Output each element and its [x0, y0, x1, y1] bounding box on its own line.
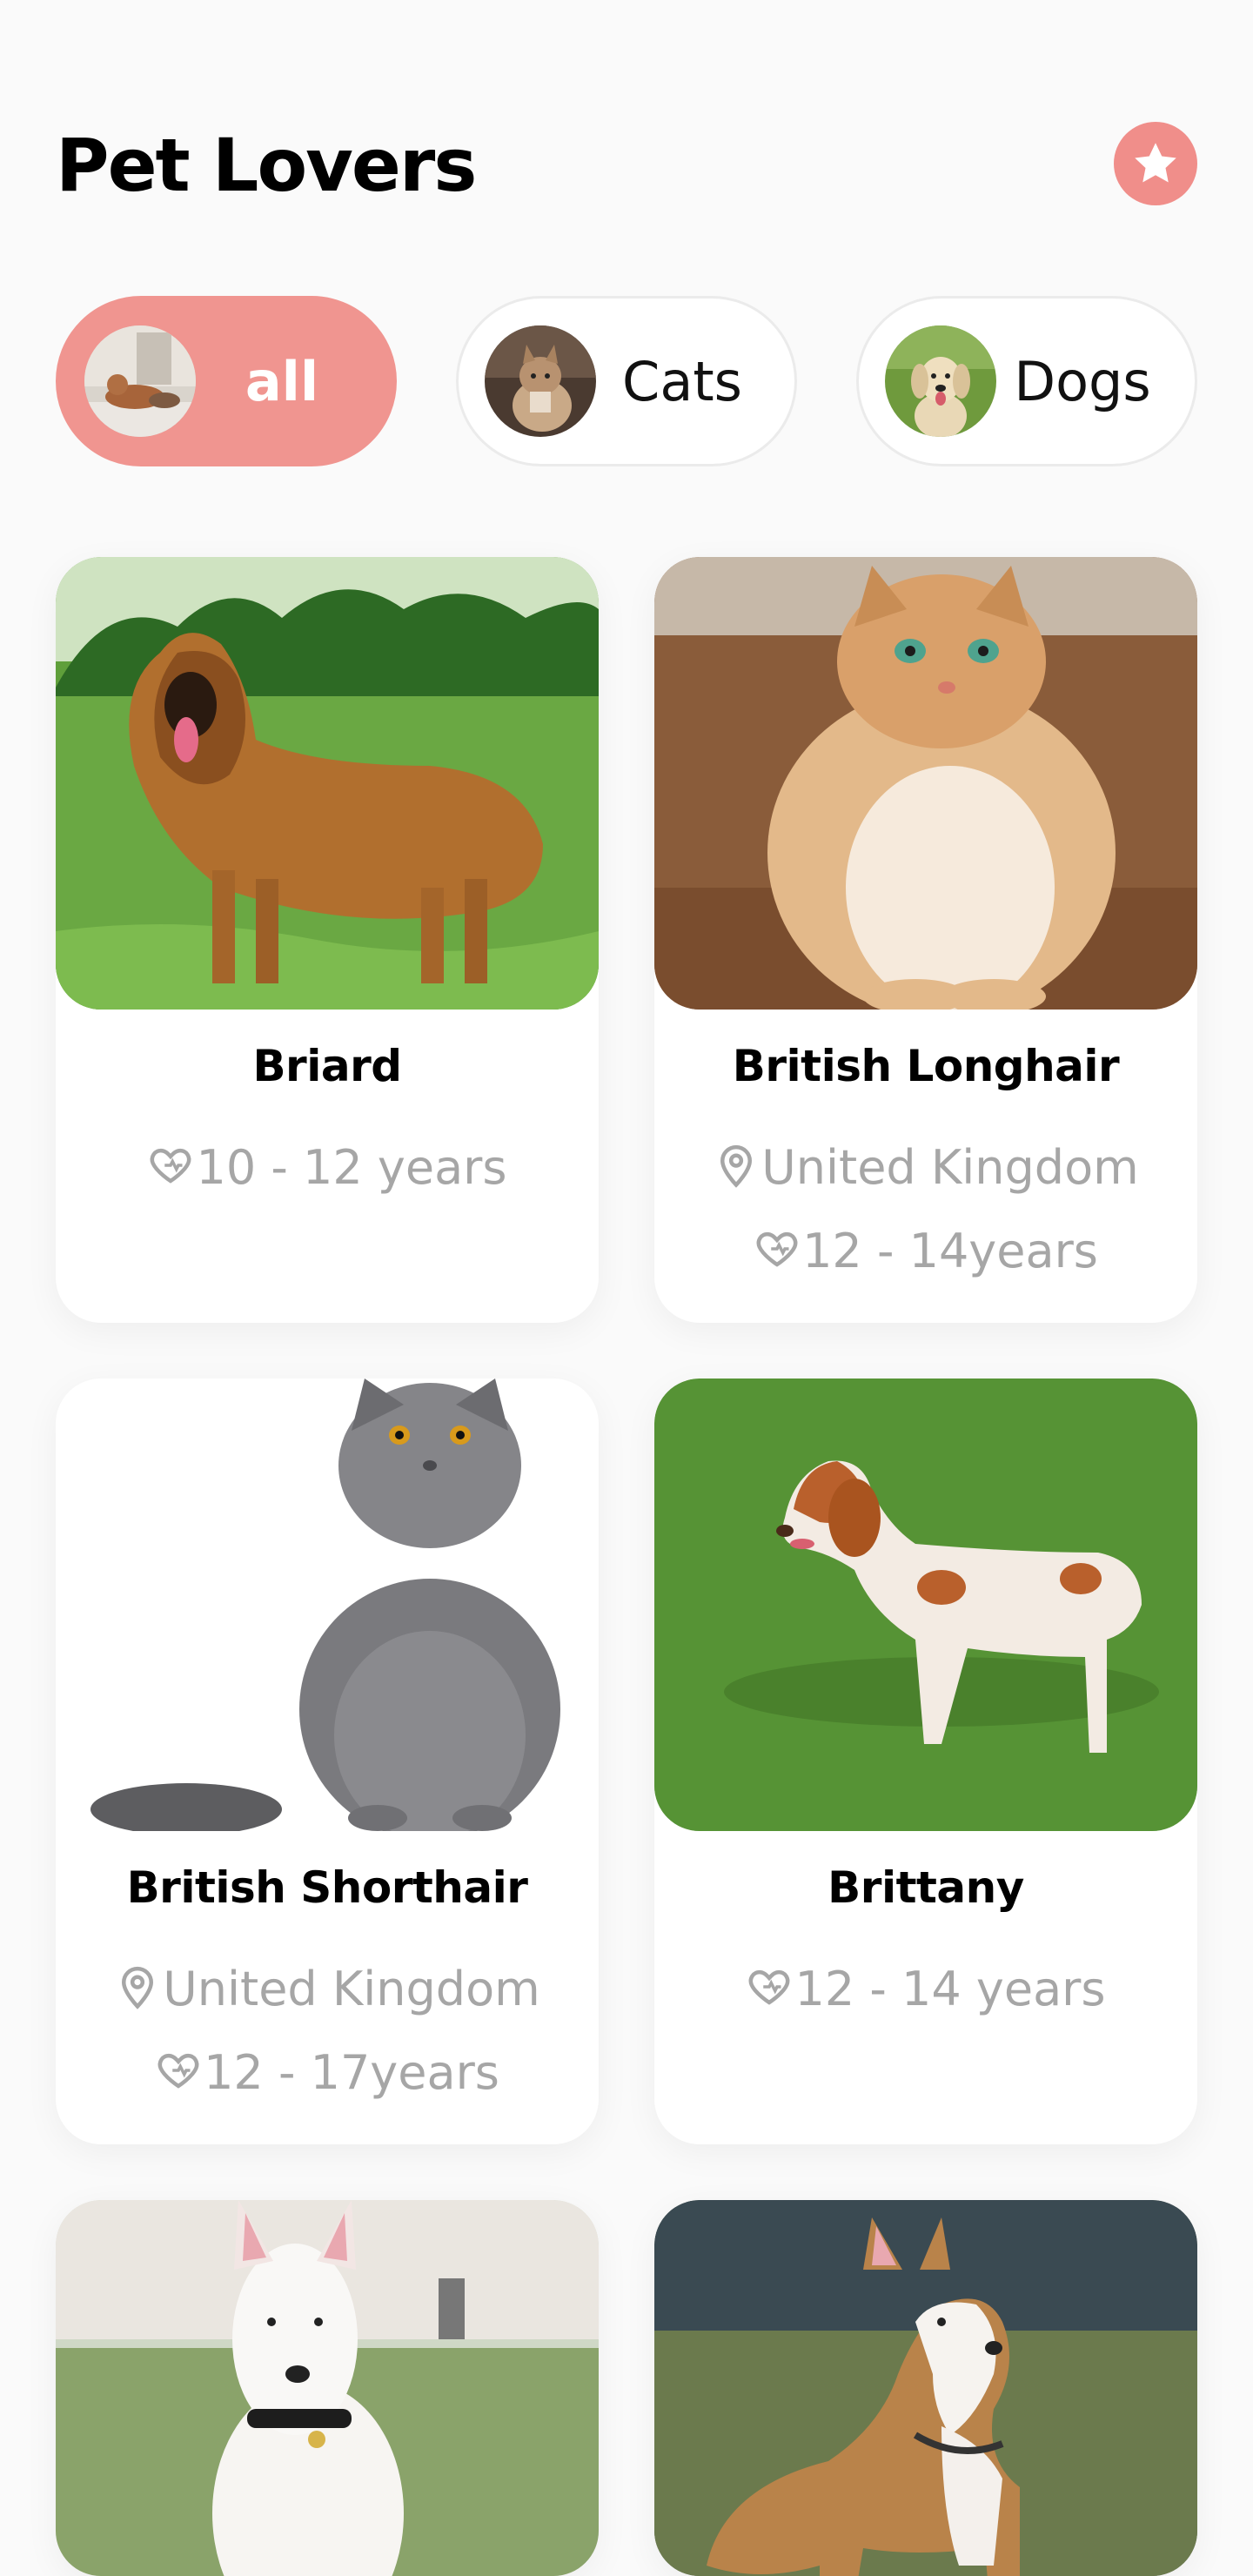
breed-name: Brittany [828, 1862, 1024, 1913]
breed-card[interactable] [654, 2200, 1197, 2576]
category-filter: all Cats Dogs [56, 296, 1197, 470]
heart-icon [147, 1142, 194, 1189]
heart-icon [155, 2047, 202, 2094]
breed-name: British Longhair [732, 1041, 1120, 1091]
filter-chip-all[interactable]: all [56, 296, 397, 466]
breed-card[interactable]: Brittany 12 - 14 years [654, 1379, 1197, 2144]
origin-text: United Kingdom [163, 1962, 540, 2016]
all-pets-avatar [84, 325, 196, 437]
breed-card[interactable] [56, 2200, 599, 2576]
filter-chip-cats[interactable]: Cats [456, 296, 797, 466]
lifespan-line: 12 - 14 years [654, 1962, 1197, 2016]
lifespan-text: 12 - 17years [204, 2045, 499, 2100]
filter-chip-dogs[interactable]: Dogs [856, 296, 1197, 466]
location-pin-icon [713, 1142, 760, 1189]
breed-photo [654, 557, 1197, 1010]
origin-line: United Kingdom [56, 1962, 599, 2016]
lifespan-line: 10 - 12 years [56, 1140, 599, 1195]
origin-text: United Kingdom [761, 1140, 1139, 1195]
location-pin-icon [114, 1963, 161, 2010]
filter-chip-all-label: all [245, 349, 319, 413]
breed-photo [654, 2200, 1197, 2576]
filter-chip-cats-label: Cats [622, 349, 742, 413]
favorites-button[interactable] [1114, 122, 1197, 205]
origin-line: United Kingdom [654, 1140, 1197, 1195]
breed-name: British Shorthair [126, 1862, 528, 1913]
breed-photo [56, 1379, 599, 1831]
filter-chip-dogs-label: Dogs [1014, 349, 1151, 413]
lifespan-text: 10 - 12 years [196, 1140, 507, 1195]
breed-photo [56, 2200, 599, 2576]
heart-icon [754, 1225, 801, 1272]
breed-photo [56, 557, 599, 1010]
dog-avatar [885, 325, 996, 437]
lifespan-line: 12 - 17years [56, 2045, 599, 2100]
breed-card[interactable]: British Shorthair United Kingdom 12 - 17… [56, 1379, 599, 2144]
heart-icon [746, 1963, 793, 2010]
lifespan-text: 12 - 14years [802, 1224, 1098, 1278]
breed-photo [654, 1379, 1197, 1831]
page-title: Pet Lovers [56, 123, 477, 208]
breed-card[interactable]: British Longhair United Kingdom 12 - 14y… [654, 557, 1197, 1323]
app-screen: Pet Lovers all Cats Dogs Briard 10 - 12 … [0, 0, 1253, 2576]
lifespan-text: 12 - 14 years [794, 1962, 1106, 2016]
breed-card[interactable]: Briard 10 - 12 years [56, 557, 599, 1323]
header: Pet Lovers [56, 122, 1197, 209]
star-icon [1135, 143, 1176, 183]
lifespan-line: 12 - 14years [654, 1224, 1197, 1278]
breed-name: Briard [252, 1041, 402, 1091]
cat-avatar [485, 325, 596, 437]
